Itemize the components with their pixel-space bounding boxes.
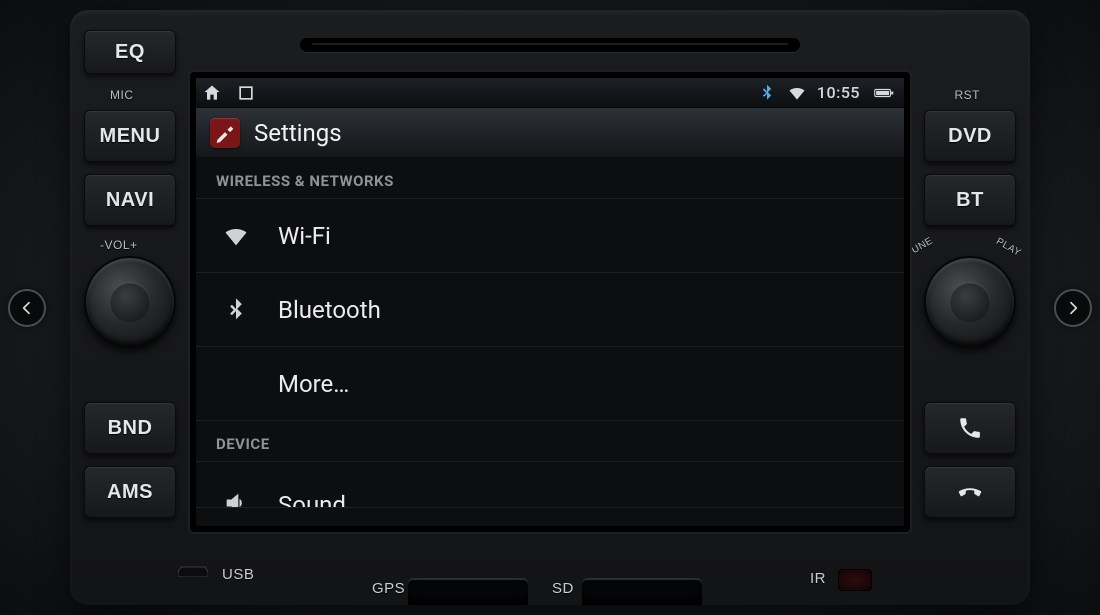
status-bar: 10:55 (196, 78, 904, 108)
vol-label: -VOL+ (100, 238, 138, 252)
row-label: Wi-Fi (278, 222, 331, 250)
sound-icon (220, 487, 252, 508)
usb-port-icon (178, 563, 208, 577)
phone-hangup-button[interactable] (924, 466, 1016, 518)
ir-port-label: IR (810, 570, 826, 587)
clock: 10:55 (817, 83, 860, 102)
bnd-button[interactable]: BND (84, 402, 176, 454)
settings-row-sound[interactable]: Sound (196, 462, 904, 508)
phone-hangup-icon (955, 477, 985, 507)
sd-card-slot[interactable] (582, 579, 702, 605)
row-label: More… (278, 370, 349, 398)
settings-row-bluetooth[interactable]: Bluetooth (196, 273, 904, 347)
sd-port-label: SD (552, 580, 574, 597)
section-device-header: DEVICE (196, 421, 904, 462)
bluetooth-status-icon (757, 83, 777, 103)
bluetooth-icon (220, 294, 252, 326)
ams-button[interactable]: AMS (84, 466, 176, 518)
gallery-prev[interactable] (8, 289, 46, 327)
battery-status-icon (870, 83, 898, 103)
row-label: Bluetooth (278, 296, 381, 324)
usb-port-label: USB (222, 566, 254, 583)
rst-label: RST (955, 88, 981, 102)
settings-row-more[interactable]: More… (196, 347, 904, 421)
row-label: Sound (278, 491, 346, 508)
app-title-bar: Settings (196, 108, 904, 158)
phone-icon (957, 415, 983, 441)
gallery-next[interactable] (1054, 289, 1092, 327)
settings-row-wifi[interactable]: Wi-Fi (196, 199, 904, 273)
head-unit-chassis: MIC EQ MENU NAVI -VOL+ BND AMS RST DVD B… (70, 10, 1030, 605)
tune-knob[interactable] (924, 256, 1016, 348)
wifi-status-icon (787, 83, 807, 103)
gps-port-label: GPS (372, 580, 405, 597)
bt-button[interactable]: BT (924, 174, 1016, 226)
mic-label: MIC (110, 88, 134, 102)
gps-card-slot[interactable] (408, 579, 528, 605)
recent-apps-icon[interactable] (236, 83, 256, 103)
app-title: Settings (254, 119, 342, 147)
home-soft-icon[interactable] (202, 83, 222, 103)
navi-button[interactable]: NAVI (84, 174, 176, 226)
ir-window (838, 569, 872, 591)
settings-app-icon (210, 118, 240, 148)
dvd-button[interactable]: DVD (924, 110, 1016, 162)
section-wireless-header: WIRELESS & NETWORKS (196, 158, 904, 199)
menu-button[interactable]: MENU (84, 110, 176, 162)
display: 10:55 Settings WIRELESS & NETWORKS Wi-Fi (190, 72, 910, 532)
play-label: PLAY (994, 236, 1023, 259)
volume-knob[interactable] (84, 256, 176, 348)
settings-list[interactable]: WIRELESS & NETWORKS Wi-Fi Bluetooth More… (196, 158, 904, 526)
wifi-icon (220, 220, 252, 252)
disc-slot[interactable] (300, 38, 800, 52)
eq-button[interactable]: EQ (84, 30, 176, 74)
phone-answer-button[interactable] (924, 402, 1016, 454)
